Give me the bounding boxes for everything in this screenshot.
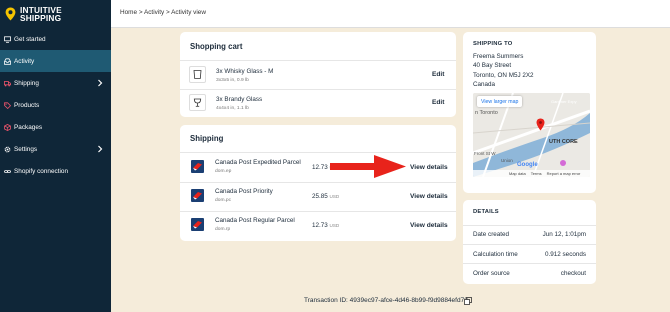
rate-code: dom.ep [215, 169, 232, 174]
shipping-title: Shipping [190, 134, 224, 143]
copy-icon[interactable] [464, 297, 472, 305]
detail-value: 0.912 seconds [545, 251, 586, 258]
sidebar: INTUITIVE SHIPPING Get started Activity … [0, 0, 111, 312]
sidebar-item-settings[interactable]: Settings [0, 138, 111, 160]
map-pin-icon [5, 7, 16, 21]
sidebar-item-get-started[interactable]: Get started [0, 28, 111, 50]
sidebar-item-label: Shipping [14, 79, 39, 87]
product-thumbnail [189, 66, 206, 83]
sidebar-item-shipping[interactable]: Shipping [0, 72, 111, 94]
divider [180, 89, 456, 90]
brand-logo[interactable]: INTUITIVE SHIPPING [0, 0, 111, 28]
rate-name: Canada Post Regular Parcel [215, 217, 295, 224]
map-marker-icon [536, 118, 545, 131]
google-logo: Google [517, 162, 538, 168]
box-icon [4, 123, 11, 131]
sidebar-item-label: Get started [14, 35, 46, 43]
city: Toronto, ON M5J 2X2 [473, 71, 534, 79]
view-larger-map-button[interactable]: View larger map [477, 96, 523, 107]
rate-price: 25.85 USD [312, 193, 340, 200]
map-label: Union [501, 158, 513, 163]
sidebar-item-label: Shopify connection [14, 167, 69, 175]
map-report-link[interactable]: Report a map error [547, 171, 581, 176]
brand-name: INTUITIVE SHIPPING [20, 4, 62, 23]
inbox-icon [4, 57, 11, 65]
link-icon [4, 169, 11, 173]
shipping-address: Freema Summers 40 Bay Street Toronto, ON… [473, 52, 534, 90]
sidebar-item-products[interactable]: Products [0, 94, 111, 116]
sidebar-item-packages[interactable]: Packages [0, 116, 111, 138]
chevron-right-icon [98, 79, 103, 87]
divider [180, 211, 456, 212]
rate-name: Canada Post Expedited Parcel [215, 159, 301, 166]
sidebar-item-label: Activity [14, 57, 35, 65]
rate-code: dom.pc [215, 198, 232, 203]
edit-button[interactable]: Edit [432, 71, 444, 78]
edit-button[interactable]: Edit [432, 99, 444, 106]
canada-post-logo-icon [191, 218, 204, 231]
detail-label: Date created [473, 231, 510, 238]
detail-value: Jun 12, 1:01pm [542, 231, 586, 238]
view-details-button[interactable]: View details [410, 193, 448, 200]
red-arrow-annotation [330, 155, 406, 178]
details-label: DETAILS [473, 209, 499, 215]
country: Canada [473, 81, 496, 89]
shopping-cart-card: Shopping cart 3x Whisky Glass - M 3x3x5 … [180, 32, 456, 117]
canada-post-logo-icon [191, 160, 204, 173]
top-bar: Home > Activity > Activity view [111, 0, 670, 28]
detail-value: checkout [560, 270, 586, 277]
map-footer: Map data Terms Report a map error [473, 170, 590, 177]
sidebar-item-label: Settings [14, 145, 38, 153]
divider [180, 152, 456, 153]
map-label: UTH CORE [549, 139, 578, 145]
shopping-cart-title: Shopping cart [190, 42, 243, 51]
cart-item-dims: 3x3x5 in, 0.9 lb [216, 78, 249, 83]
recipient-name: Freema Summers [473, 53, 524, 60]
sidebar-item-label: Products [14, 101, 40, 109]
sidebar-item-shopify-connection[interactable]: Shopify connection [0, 160, 111, 182]
shipping-to-card: SHIPPING TO Freema Summers 40 Bay Street… [463, 32, 596, 193]
rate-price: 12.73 USD [312, 222, 340, 229]
cart-item-name: 3x Brandy Glass [216, 96, 263, 103]
tag-icon [4, 101, 11, 109]
sidebar-item-label: Packages [14, 123, 43, 131]
map-label: Gardiner Expy [551, 99, 577, 104]
cart-item-dims: 4x4x4 in, 1.1 lb [216, 106, 249, 111]
divider [180, 182, 456, 183]
rate-name: Canada Post Priority [215, 188, 273, 195]
detail-label: Calculation time [473, 251, 518, 258]
shipping-to-label: SHIPPING TO [473, 41, 513, 47]
product-thumbnail [189, 94, 206, 111]
breadcrumb[interactable]: Home > Activity > Activity view [120, 9, 206, 16]
monitor-icon [4, 35, 11, 43]
divider [180, 60, 456, 61]
divider [463, 225, 596, 226]
map-label: Front St W [474, 151, 496, 156]
sidebar-item-activity[interactable]: Activity [0, 50, 111, 72]
map-embed[interactable]: View larger map n Toronto UTH CORE Front… [473, 93, 590, 177]
divider [463, 263, 596, 264]
detail-label: Order source [473, 270, 510, 277]
shipping-card: Shipping Canada Post Expedited Parcel do… [180, 125, 456, 241]
transaction-id: Transaction ID: 4939ec97-afce-4d46-8b99-… [304, 297, 468, 304]
chevron-right-icon [98, 145, 103, 153]
map-data-text: Map data [509, 171, 526, 176]
gear-icon [4, 146, 11, 152]
view-details-button[interactable]: View details [410, 164, 448, 171]
details-card: DETAILS Date created Jun 12, 1:01pm Calc… [463, 200, 596, 284]
street: 40 Bay Street [473, 62, 512, 70]
map-label: n Toronto [475, 110, 498, 116]
cart-item-name: 3x Whisky Glass - M [216, 68, 274, 75]
canada-post-logo-icon [191, 189, 204, 202]
brandy-glass-icon [193, 98, 202, 107]
truck-icon [4, 80, 11, 86]
view-details-button[interactable]: View details [410, 222, 448, 229]
map-terms-link[interactable]: Terms [531, 171, 542, 176]
whisky-glass-icon [193, 70, 202, 79]
divider [463, 244, 596, 245]
rate-code: dom.rp [215, 227, 231, 232]
